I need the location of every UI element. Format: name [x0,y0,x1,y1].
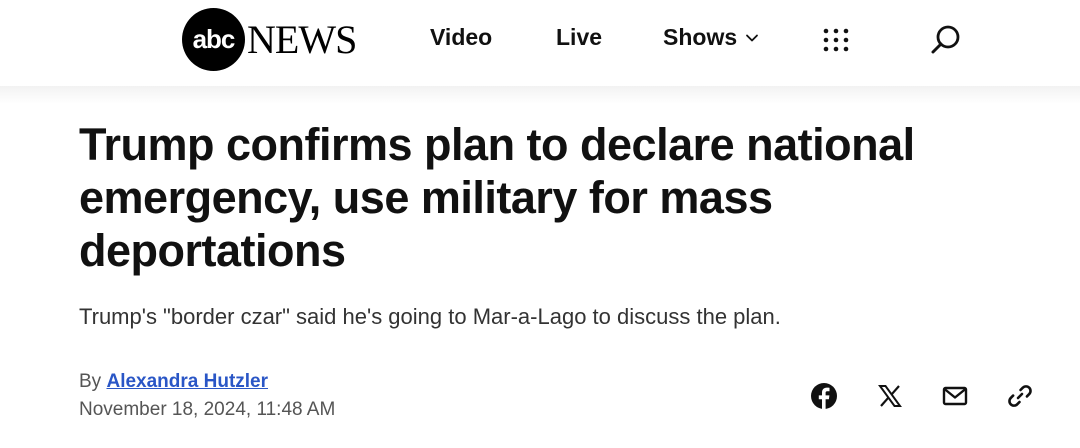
author-link[interactable]: Alexandra Hutzler [106,371,268,392]
article-dek: Trump's "border czar" said he's going to… [79,304,781,329]
search-icon[interactable] [929,23,963,57]
article-timestamp: November 18, 2024, 11:48 AM [79,399,336,420]
grid-menu-icon[interactable] [822,27,850,53]
news-wordmark: NEWS [247,16,357,62]
byline-prefix: By [79,371,102,392]
nav-shows-label: Shows [663,24,738,50]
nav-video[interactable]: Video [430,24,492,51]
nav-live-label: Live [556,24,603,50]
link-icon[interactable] [1006,382,1034,410]
mail-icon[interactable] [941,382,969,410]
site-header: abc NEWS Video Live Shows [0,0,1080,86]
nav-shows-dropdown[interactable]: Shows [663,24,759,51]
nav-video-label: Video [430,24,493,50]
byline: By Alexandra Hutzler [79,370,268,394]
chevron-down-icon [746,34,759,41]
abc-news-logo[interactable]: abc NEWS [182,6,357,72]
article-headline: Trump confirms plan to declare national … [79,119,915,276]
header-shadow [0,86,1080,104]
facebook-icon[interactable] [810,382,838,410]
abc-logo-circle: abc [182,7,245,71]
nav-live[interactable]: Live [556,24,602,51]
x-icon[interactable] [876,382,904,410]
